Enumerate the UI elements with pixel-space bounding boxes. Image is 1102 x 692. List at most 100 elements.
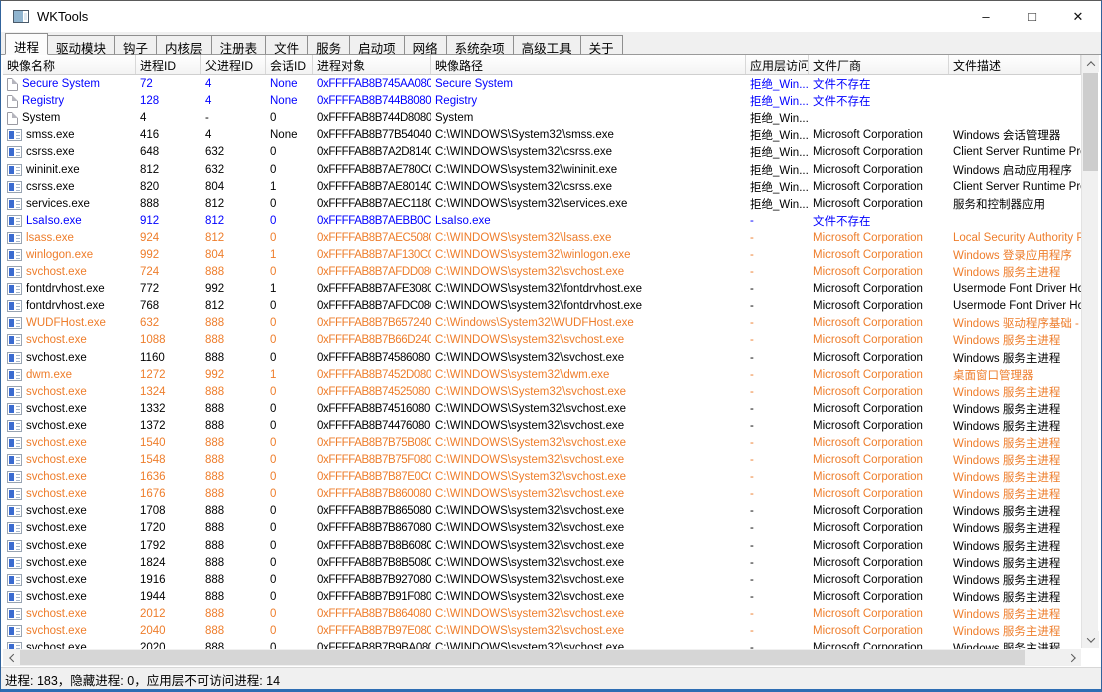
table-row[interactable]: svchost.exe163688800xFFFFAB8B7B87E0C0C:\… (3, 468, 1081, 485)
column-header[interactable]: 文件描述 (949, 55, 1081, 74)
table-row[interactable]: svchost.exe194488800xFFFFAB8B7B91F080C:\… (3, 588, 1081, 605)
scroll-left-button[interactable] (3, 649, 20, 666)
column-header[interactable]: 进程ID (136, 55, 201, 74)
column-header[interactable]: 父进程ID (201, 55, 266, 74)
cell-ppid: 888 (201, 519, 266, 536)
table-row[interactable]: svchost.exe72488800xFFFFAB8B7AFDD080C:\W… (3, 263, 1081, 280)
cell-access: 拒绝_Win... (746, 160, 809, 177)
table-row[interactable]: fontdrvhost.exe76881200xFFFFAB8B7AFDC080… (3, 297, 1081, 314)
scroll-down-button[interactable] (1082, 631, 1099, 648)
tab-驱动模块[interactable]: 驱动模块 (47, 35, 115, 55)
cell-ppid: 888 (201, 400, 266, 417)
cell-path: LsaIso.exe (431, 212, 746, 229)
minimize-button[interactable]: – (963, 1, 1009, 32)
table-row[interactable]: svchost.exe154888800xFFFFAB8B7B75F080C:\… (3, 451, 1081, 468)
table-row[interactable]: System4-00xFFFFAB8B744D8080System拒绝_Win.… (3, 109, 1081, 126)
tab-启动项[interactable]: 启动项 (349, 35, 405, 55)
process-name: services.exe (26, 198, 90, 210)
column-header[interactable]: 文件厂商 (809, 55, 949, 74)
tab-文件[interactable]: 文件 (265, 35, 308, 55)
table-row[interactable]: svchost.exe108888800xFFFFAB8B7B66D240C:\… (3, 331, 1081, 348)
cell-object: 0xFFFFAB8B7B9BA080 (313, 639, 431, 649)
table-row[interactable]: lsass.exe92481200xFFFFAB8B7AEC5080C:\WIN… (3, 229, 1081, 246)
tab-高级工具[interactable]: 高级工具 (513, 35, 581, 55)
table-row[interactable]: dwm.exe127299210xFFFFAB8B7452D080C:\WIND… (3, 366, 1081, 383)
vertical-scroll-thumb[interactable] (1083, 73, 1098, 171)
tab-系统杂项[interactable]: 系统杂项 (446, 35, 514, 55)
tab-注册表[interactable]: 注册表 (211, 35, 267, 55)
process-name: winlogon.exe (26, 249, 93, 261)
cell-ppid: 888 (201, 383, 266, 400)
scroll-up-button[interactable] (1082, 55, 1099, 72)
table-row[interactable]: svchost.exe172088800xFFFFAB8B7B867080C:\… (3, 519, 1081, 536)
table-row[interactable]: svchost.exe182488800xFFFFAB8B7B8B5080C:\… (3, 554, 1081, 571)
table-row[interactable]: svchost.exe202088800xFFFFAB8B7B9BA080C:\… (3, 639, 1081, 649)
table-row[interactable]: svchost.exe137288800xFFFFAB8B74476080C:\… (3, 417, 1081, 434)
close-button[interactable]: ✕ (1055, 1, 1101, 32)
cell-session: 0 (266, 451, 313, 468)
cell-path: Registry (431, 92, 746, 109)
table-row[interactable]: svchost.exe154088800xFFFFAB8B7B75B080C:\… (3, 434, 1081, 451)
cell-name: svchost.exe (3, 434, 136, 451)
table-row[interactable]: svchost.exe204088800xFFFFAB8B7B97E080C:\… (3, 622, 1081, 639)
table-row[interactable]: wininit.exe81263200xFFFFAB8B7AE780C0C:\W… (3, 160, 1081, 177)
table-row[interactable]: WUDFHost.exe63288800xFFFFAB8B7B657240C:\… (3, 314, 1081, 331)
cell-session: 0 (266, 605, 313, 622)
cell-object: 0xFFFFAB8B74476080 (313, 417, 431, 434)
cell-ppid: 888 (201, 605, 266, 622)
column-header[interactable]: 映像路径 (431, 55, 746, 74)
cell-vendor: Microsoft Corporation (809, 263, 949, 280)
table-row[interactable]: svchost.exe132488800xFFFFAB8B74525080C:\… (3, 383, 1081, 400)
maximize-button[interactable]: □ (1009, 1, 1055, 32)
table-row[interactable]: svchost.exe133288800xFFFFAB8B74516080C:\… (3, 400, 1081, 417)
table-row[interactable]: services.exe88881200xFFFFAB8B7AEC1180C:\… (3, 195, 1081, 212)
application-icon (7, 540, 22, 552)
table-row[interactable]: csrss.exe64863200xFFFFAB8B7A2D8140C:\WIN… (3, 143, 1081, 160)
application-icon (7, 164, 22, 176)
cell-desc: Windows 服务主进程 (949, 502, 1081, 519)
tab-钩子[interactable]: 钩子 (114, 35, 157, 55)
column-header[interactable]: 映像名称 (3, 55, 136, 74)
table-row[interactable]: svchost.exe179288800xFFFFAB8B7B8B6080C:\… (3, 537, 1081, 554)
table-row[interactable]: winlogon.exe99280410xFFFFAB8B7AF130C0C:\… (3, 246, 1081, 263)
table-row[interactable]: svchost.exe167688800xFFFFAB8B7B860080C:\… (3, 485, 1081, 502)
table-row[interactable]: svchost.exe201288800xFFFFAB8B7B864080C:\… (3, 605, 1081, 622)
cell-ppid: 4 (201, 126, 266, 143)
table-row[interactable]: svchost.exe116088800xFFFFAB8B74586080C:\… (3, 349, 1081, 366)
tab-关于[interactable]: 关于 (580, 35, 623, 55)
cell-pid: 1372 (136, 417, 201, 434)
cell-desc: Windows 服务主进程 (949, 349, 1081, 366)
process-name: svchost.exe (26, 574, 87, 586)
cell-vendor: Microsoft Corporation (809, 229, 949, 246)
tab-网络[interactable]: 网络 (404, 35, 447, 55)
tab-进程[interactable]: 进程 (5, 33, 48, 55)
cell-path: C:\WINDOWS\system32\svchost.exe (431, 605, 746, 622)
table-row[interactable]: LsaIso.exe91281200xFFFFAB8B7AEBB0C0LsaIs… (3, 212, 1081, 229)
cell-object: 0xFFFFAB8B7AFDD080 (313, 263, 431, 280)
horizontal-scroll-thumb[interactable] (20, 650, 1025, 665)
tab-服务[interactable]: 服务 (307, 35, 350, 55)
process-table-header: 映像名称进程ID父进程ID会话ID进程对象映像路径应用层访问文件厂商文件描述 (3, 55, 1081, 75)
table-row[interactable]: fontdrvhost.exe77299210xFFFFAB8B7AFE3080… (3, 280, 1081, 297)
table-row[interactable]: Secure System724None0xFFFFAB8B745AA080Se… (3, 75, 1081, 92)
table-row[interactable]: csrss.exe82080410xFFFFAB8B7AE80140C:\WIN… (3, 178, 1081, 195)
table-row[interactable]: Registry1284None0xFFFFAB8B744B8080Regist… (3, 92, 1081, 109)
process-name: Registry (22, 95, 64, 107)
table-row[interactable]: svchost.exe191688800xFFFFAB8B7B927080C:\… (3, 571, 1081, 588)
table-row[interactable]: svchost.exe170888800xFFFFAB8B7B865080C:\… (3, 502, 1081, 519)
column-header[interactable]: 应用层访问 (746, 55, 809, 74)
vertical-scrollbar[interactable] (1081, 55, 1098, 648)
table-row[interactable]: smss.exe4164None0xFFFFAB8B77B54040C:\WIN… (3, 126, 1081, 143)
cell-ppid: 812 (201, 297, 266, 314)
cell-desc: Windows 服务主进程 (949, 263, 1081, 280)
scroll-right-button[interactable] (1064, 649, 1081, 666)
column-header[interactable]: 会话ID (266, 55, 313, 74)
column-header[interactable]: 进程对象 (313, 55, 431, 74)
tab-内核层[interactable]: 内核层 (156, 35, 212, 55)
cell-ppid: 888 (201, 314, 266, 331)
cell-pid: 2012 (136, 605, 201, 622)
cell-access: - (746, 383, 809, 400)
horizontal-scrollbar[interactable] (3, 649, 1081, 666)
cell-path: C:\WINDOWS\system32\wininit.exe (431, 160, 746, 177)
cell-vendor (809, 109, 949, 126)
